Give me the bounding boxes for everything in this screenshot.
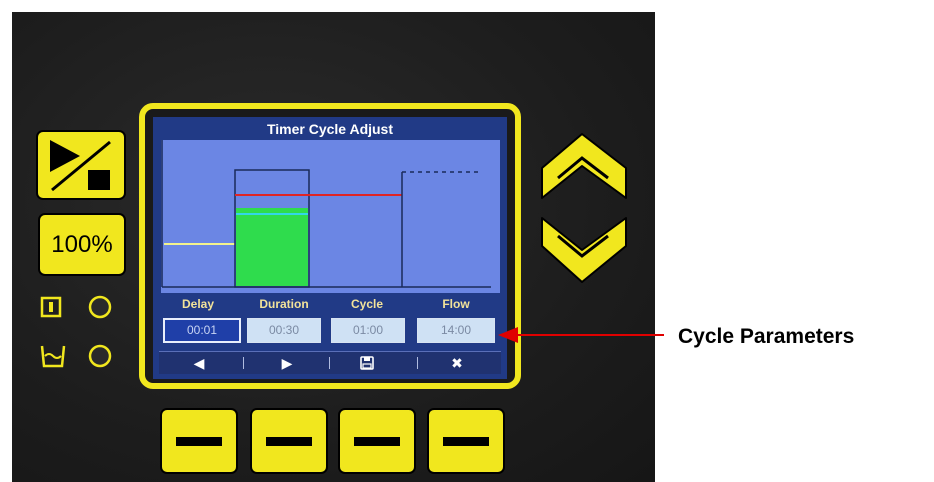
floppy-disk-icon bbox=[360, 356, 374, 370]
softkey-4[interactable] bbox=[427, 408, 505, 474]
softkey-3-bar bbox=[354, 437, 400, 446]
screen-title: Timer Cycle Adjust bbox=[266, 121, 394, 137]
separator bbox=[417, 357, 418, 369]
softkey-2-bar bbox=[266, 437, 312, 446]
timer-cycle-graph bbox=[161, 140, 500, 293]
lcd-screen: Timer Cycle Adjust Delay Duration Cycle … bbox=[153, 117, 507, 379]
speed-100-label: 100% bbox=[51, 231, 113, 258]
cycle-parameters-callout: Cycle Parameters bbox=[678, 325, 855, 348]
separator bbox=[329, 357, 330, 369]
cancel-icon[interactable]: ✖ bbox=[427, 352, 487, 374]
cycle-graph-svg bbox=[161, 140, 491, 288]
run-stop-key[interactable] bbox=[36, 130, 126, 200]
save-icon[interactable] bbox=[337, 352, 397, 374]
duration-label: Duration bbox=[259, 297, 309, 311]
standby-led bbox=[88, 295, 112, 319]
up-key[interactable] bbox=[541, 133, 627, 199]
separator bbox=[243, 357, 244, 369]
cycle-field[interactable]: 01:00 bbox=[331, 318, 405, 343]
right-keys bbox=[541, 133, 627, 283]
left-arrow-icon[interactable]: ◀ bbox=[169, 352, 229, 374]
down-key[interactable] bbox=[541, 217, 627, 283]
cycle-label: Cycle bbox=[350, 297, 384, 311]
softkey-1-bar bbox=[176, 437, 222, 446]
tank-level-icon bbox=[40, 345, 66, 368]
flow-field[interactable]: 14:00 bbox=[417, 318, 495, 343]
softkey-bar: ◀ ▶ ✖ bbox=[159, 351, 501, 374]
softkey-4-bar bbox=[443, 437, 489, 446]
speed-100-key[interactable]: 100% bbox=[38, 213, 126, 276]
right-arrow-icon[interactable]: ▶ bbox=[257, 352, 317, 374]
duration-fill bbox=[236, 208, 308, 286]
tank-level-led bbox=[88, 344, 112, 368]
delay-label: Delay bbox=[181, 297, 215, 311]
duration-field[interactable]: 00:30 bbox=[247, 318, 321, 343]
softkey-2[interactable] bbox=[250, 408, 328, 474]
softkey-1[interactable] bbox=[160, 408, 238, 474]
delay-field[interactable]: 00:01 bbox=[163, 318, 241, 343]
callout-arrow bbox=[498, 327, 664, 343]
flow-label: Flow bbox=[442, 297, 470, 311]
standby-icon bbox=[40, 296, 62, 318]
softkey-3[interactable] bbox=[338, 408, 416, 474]
status-indicators bbox=[40, 295, 112, 368]
play-stop-icon bbox=[50, 140, 111, 192]
